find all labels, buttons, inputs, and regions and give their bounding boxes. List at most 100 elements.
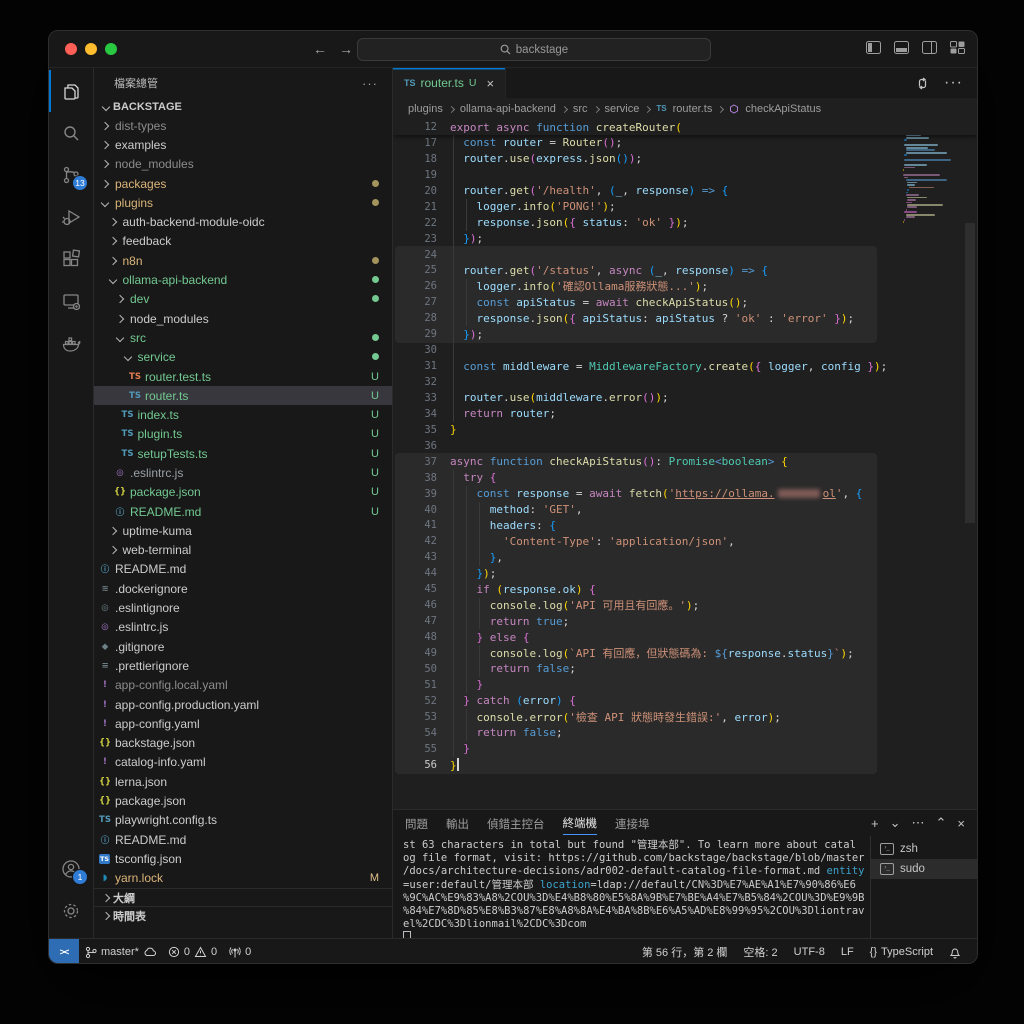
minimap[interactable] (903, 122, 961, 224)
outline-section[interactable]: 大綱 (94, 888, 392, 906)
code-line-19[interactable]: 19 (393, 167, 977, 183)
tree-root-backstage[interactable]: BACKSTAGE (94, 98, 392, 116)
tree-folder-src[interactable]: src (94, 328, 392, 347)
minimize-window-button[interactable] (85, 43, 97, 55)
panel-tab-連接埠[interactable]: 連接埠 (615, 812, 650, 835)
code-line-42[interactable]: 42 'Content-Type': 'application/json', (393, 533, 977, 549)
code-line-20[interactable]: 20 router.get('/health', (_, response) =… (393, 183, 977, 199)
panel-more-actions-icon[interactable]: ⋯ (912, 815, 925, 831)
tree-file-tsconfig.json[interactable]: TS tsconfig.json (94, 849, 392, 868)
sticky-scroll-line[interactable]: 12 export async function createRouter( (393, 119, 977, 135)
code-line-38[interactable]: 38 try { (393, 470, 977, 486)
source-control-icon[interactable]: 13 (49, 154, 93, 196)
tree-folder-plugins[interactable]: plugins (94, 193, 392, 212)
panel-tab-偵錯主控台[interactable]: 偵錯主控台 (487, 812, 545, 835)
code-line-44[interactable]: 44 }); (393, 565, 977, 581)
run-debug-icon[interactable] (49, 196, 93, 238)
zoom-window-button[interactable] (105, 43, 117, 55)
code-line-29[interactable]: 29 }); (393, 326, 977, 342)
tree-file-.prettierignore[interactable]: ≡ .prettierignore (94, 656, 392, 675)
terminal-output[interactable]: st 63 characters in total but found "管理本… (393, 836, 870, 938)
tree-file-.dockerignore[interactable]: ≋ .dockerignore (94, 579, 392, 598)
docker-icon[interactable] (49, 322, 93, 364)
code-line-33[interactable]: 33 router.use(middleware.error()); (393, 390, 977, 406)
panel-tab-終端機[interactable]: 終端機 (562, 811, 597, 835)
tree-folder-node_modules[interactable]: node_modules (94, 155, 392, 174)
indentation-item[interactable]: 空格: 2 (735, 939, 785, 963)
accounts-icon[interactable]: 1 (49, 848, 93, 890)
code-line-36[interactable]: 36 (393, 438, 977, 454)
sidebar-more-actions-icon[interactable]: ··· (362, 76, 378, 91)
terminal-instance-zsh[interactable]: ›_ zsh (871, 839, 977, 859)
code-line-45[interactable]: 45 if (response.ok) { (393, 581, 977, 597)
tree-folder-service[interactable]: service (94, 348, 392, 367)
tree-folder-dist-types[interactable]: dist-types (94, 116, 392, 135)
tree-file-README.md[interactable]: ⓘ README.md U (94, 502, 392, 521)
tree-folder-packages[interactable]: packages (94, 174, 392, 193)
git-branch-item[interactable]: master* (79, 939, 162, 963)
code-line-31[interactable]: 31 const middleware = MiddlewareFactory.… (393, 358, 977, 374)
close-window-button[interactable] (65, 43, 77, 55)
search-view-icon[interactable] (49, 112, 93, 154)
panel-tab-輸出[interactable]: 輸出 (446, 812, 469, 835)
command-center-search[interactable]: backstage (357, 38, 711, 61)
new-terminal-icon[interactable]: + (871, 816, 879, 831)
tab-router-ts[interactable]: TS router.ts U × (393, 68, 507, 98)
breadcrumb-service[interactable]: service (605, 103, 640, 115)
code-editor[interactable]: 17 const router = Router(); 18 router.use… (393, 119, 977, 809)
code-line-30[interactable]: 30 (393, 342, 977, 358)
extensions-icon[interactable] (49, 238, 93, 280)
tree-file-app-config.production.yaml[interactable]: ! app-config.production.yaml (94, 695, 392, 714)
notifications-bell-icon[interactable] (941, 939, 969, 963)
tree-file-package.json[interactable]: {} package.json U (94, 483, 392, 502)
toggle-secondary-sidebar-icon[interactable] (922, 41, 937, 54)
code-line-51[interactable]: 51 } (393, 677, 977, 693)
code-line-32[interactable]: 32 (393, 374, 977, 390)
tree-file-router.test.ts[interactable]: TS router.test.ts U (94, 367, 392, 386)
code-line-54[interactable]: 54 return false; (393, 725, 977, 741)
settings-gear-icon[interactable] (49, 890, 93, 938)
code-line-37[interactable]: 37 async function checkApiStatus(): Promi… (393, 454, 977, 470)
code-line-21[interactable]: 21 logger.info('PONG!'); (393, 199, 977, 215)
tree-file-README.md[interactable]: ⓘ README.md (94, 830, 392, 849)
terminal-dropdown-icon[interactable]: ⌄ (890, 815, 901, 831)
encoding-item[interactable]: UTF-8 (786, 939, 833, 963)
tree-file-README.md[interactable]: ⓘ README.md (94, 560, 392, 579)
open-changes-icon[interactable] (915, 76, 930, 91)
ports-item[interactable]: 0 (223, 939, 257, 963)
tree-file-app-config.yaml[interactable]: ! app-config.yaml (94, 714, 392, 733)
tree-file-backstage.json[interactable]: {} backstage.json (94, 734, 392, 753)
tree-file-playwright.config.ts[interactable]: TS playwright.config.ts (94, 811, 392, 830)
code-line-48[interactable]: 48 } else { (393, 629, 977, 645)
tree-file-catalog-info.yaml[interactable]: ! catalog-info.yaml (94, 753, 392, 772)
timeline-section[interactable]: 時間表 (94, 906, 392, 924)
close-panel-icon[interactable]: × (957, 816, 965, 831)
customize-layout-icon[interactable] (950, 41, 965, 54)
toggle-sidebar-icon[interactable] (866, 41, 881, 54)
breadcrumb-src[interactable]: src (573, 103, 588, 115)
code-line-26[interactable]: 26 logger.info('確認Ollama服務狀態...'); (393, 278, 977, 294)
code-line-39[interactable]: 39 const response = await fetch('https:/… (393, 486, 977, 502)
editor-more-actions-icon[interactable]: ··· (944, 74, 963, 92)
tree-folder-examples[interactable]: examples (94, 135, 392, 154)
nav-back-icon[interactable]: ← (313, 40, 327, 58)
tree-file-.eslintignore[interactable]: ◎ .eslintignore (94, 598, 392, 617)
tree-file-setupTests.ts[interactable]: TS setupTests.ts U (94, 444, 392, 463)
code-line-55[interactable]: 55 } (393, 741, 977, 757)
tree-folder-ollama-api-backend[interactable]: ollama-api-backend (94, 270, 392, 289)
tree-file-yarn.lock[interactable]: ◗ yarn.lock M (94, 869, 392, 888)
code-line-35[interactable]: 35} (393, 422, 977, 438)
tree-folder-uptime-kuma[interactable]: uptime-kuma (94, 521, 392, 540)
code-line-25[interactable]: 25 router.get('/status', async (_, respo… (393, 263, 977, 279)
close-tab-icon[interactable]: × (486, 76, 494, 91)
explorer-icon[interactable] (49, 70, 93, 112)
tree-file-.eslintrc.js[interactable]: ◎ .eslintrc.js U (94, 463, 392, 482)
code-line-46[interactable]: 46 console.log('API 可用且有回應。'); (393, 597, 977, 613)
code-line-49[interactable]: 49 console.log(`API 有回應，但狀態碼為: ${respons… (393, 645, 977, 661)
tree-folder-auth-backend-module-oidc[interactable]: auth-backend-module-oidc (94, 212, 392, 231)
eol-item[interactable]: LF (833, 939, 862, 963)
tree-folder-web-terminal[interactable]: web-terminal (94, 541, 392, 560)
code-line-23[interactable]: 23 }); (393, 231, 977, 247)
tree-file-router.ts[interactable]: TS router.ts U (94, 386, 392, 406)
code-line-52[interactable]: 52 } catch (error) { (393, 693, 977, 709)
